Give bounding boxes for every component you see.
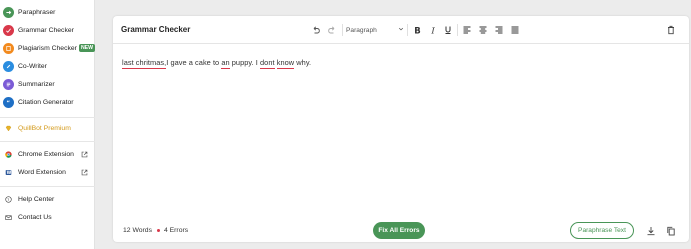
- citation-generator-icon: “: [3, 96, 14, 108]
- word-count: 12 Words: [123, 227, 152, 234]
- sidebar-item-label: Co-Writer: [18, 62, 47, 70]
- co-writer-icon: [3, 60, 14, 72]
- delete-icon[interactable]: [664, 23, 677, 36]
- text-stats: 12 Words 4 Errors: [123, 227, 188, 234]
- sidebar-item-label: Contact Us: [18, 213, 52, 221]
- editor-card: Grammar Checker Paragraph B I last chrit…: [113, 16, 689, 242]
- external-link-icon: [81, 151, 88, 158]
- sidebar-divider: [0, 117, 95, 118]
- error-highlight[interactable]: last chritmas,: [122, 58, 167, 69]
- bold-icon[interactable]: B: [410, 23, 423, 36]
- paragraph-style-value: Paragraph: [346, 26, 377, 34]
- download-icon[interactable]: [645, 225, 656, 236]
- sidebar-item-label: Citation Generator: [18, 98, 74, 106]
- app-window: Paraphraser Grammar Checker Plagiarism C…: [0, 0, 691, 249]
- sidebar-item-summarizer[interactable]: Summarizer: [0, 75, 95, 93]
- error-highlight[interactable]: dont: [260, 58, 275, 69]
- sidebar-item-contact-us[interactable]: Contact Us: [0, 208, 95, 226]
- align-right-icon[interactable]: [492, 23, 505, 36]
- sidebar-item-help-center[interactable]: ? Help Center: [0, 190, 95, 208]
- diamond-icon: [3, 123, 14, 134]
- error-highlight[interactable]: an: [221, 58, 230, 69]
- sidebar-item-label: Summarizer: [18, 80, 55, 88]
- editor-toolbar: Grammar Checker Paragraph B I: [113, 16, 689, 44]
- redo-icon[interactable]: [325, 23, 338, 36]
- text-segment: I gave a cake to: [166, 58, 222, 67]
- svg-text:I: I: [430, 26, 435, 35]
- error-dot: [156, 229, 160, 232]
- editor-footer: 12 Words 4 Errors Fix All Errors Paraphr…: [113, 220, 689, 242]
- text-segment: puppy. I: [229, 58, 261, 67]
- sidebar-item-label: Chrome Extension: [18, 150, 74, 158]
- fix-all-errors-button[interactable]: Fix All Errors: [373, 222, 425, 239]
- paragraph-style-select[interactable]: Paragraph: [346, 24, 404, 36]
- external-link-icon: [81, 169, 88, 176]
- paraphraser-icon: [3, 6, 14, 18]
- svg-text:B: B: [414, 26, 420, 35]
- sidebar-divider: [0, 186, 95, 187]
- summarizer-icon: [3, 78, 14, 90]
- sidebar-item-co-writer[interactable]: Co-Writer: [0, 57, 95, 75]
- sidebar-item-plagiarism-checker[interactable]: Plagiarism Checker NEW: [0, 39, 96, 57]
- new-badge: NEW: [78, 44, 96, 52]
- sidebar-item-label: Word Extension: [18, 168, 66, 176]
- mail-icon: [3, 212, 14, 223]
- sidebar-item-word-extension[interactable]: W Word Extension: [0, 163, 95, 181]
- align-left-icon[interactable]: [460, 23, 473, 36]
- chevron-down-icon: [398, 26, 404, 34]
- sidebar-item-label: Paraphraser: [18, 8, 56, 16]
- sidebar-item-label: Help Center: [18, 195, 55, 203]
- word-icon: W: [3, 167, 14, 178]
- toolbar-divider: [457, 24, 458, 36]
- sidebar-item-label: Plagiarism Checker: [18, 44, 77, 52]
- text-segment: why.: [294, 58, 312, 67]
- svg-text:W: W: [7, 170, 12, 175]
- svg-text:?: ?: [7, 196, 9, 201]
- sidebar-item-label: Grammar Checker: [18, 26, 74, 34]
- page-title: Grammar Checker: [121, 25, 191, 34]
- sidebar-item-citation-generator[interactable]: “ Citation Generator: [0, 93, 95, 111]
- editor-text-area[interactable]: last chritmas,I gave a cake to an puppy.…: [122, 58, 677, 208]
- align-justify-icon[interactable]: [508, 23, 521, 36]
- sidebar-item-label: QuillBot Premium: [18, 124, 71, 132]
- sidebar: Paraphraser Grammar Checker Plagiarism C…: [0, 0, 96, 249]
- help-icon: ?: [3, 194, 14, 205]
- error-count: 4 Errors: [163, 227, 189, 234]
- sidebar-divider: [0, 141, 95, 142]
- grammar-checker-icon: [3, 24, 14, 36]
- toolbar-divider: [342, 24, 343, 36]
- plagiarism-checker-icon: [3, 42, 14, 54]
- italic-icon[interactable]: I: [426, 23, 439, 36]
- paraphrase-text-button[interactable]: Paraphrase Text: [570, 222, 634, 239]
- copy-icon[interactable]: [665, 225, 676, 236]
- align-center-icon[interactable]: [476, 23, 489, 36]
- sidebar-item-grammar-checker[interactable]: Grammar Checker: [0, 21, 95, 39]
- sidebar-item-premium[interactable]: QuillBot Premium: [0, 119, 95, 137]
- toolbar-divider: [407, 24, 408, 36]
- error-highlight[interactable]: know: [276, 58, 295, 69]
- underline-icon[interactable]: [441, 23, 454, 36]
- chrome-icon: [3, 149, 14, 160]
- svg-text:“: “: [6, 100, 10, 105]
- sidebar-item-chrome-extension[interactable]: Chrome Extension: [0, 145, 95, 163]
- sidebar-item-paraphraser[interactable]: Paraphraser: [0, 3, 95, 21]
- undo-icon[interactable]: [309, 23, 322, 36]
